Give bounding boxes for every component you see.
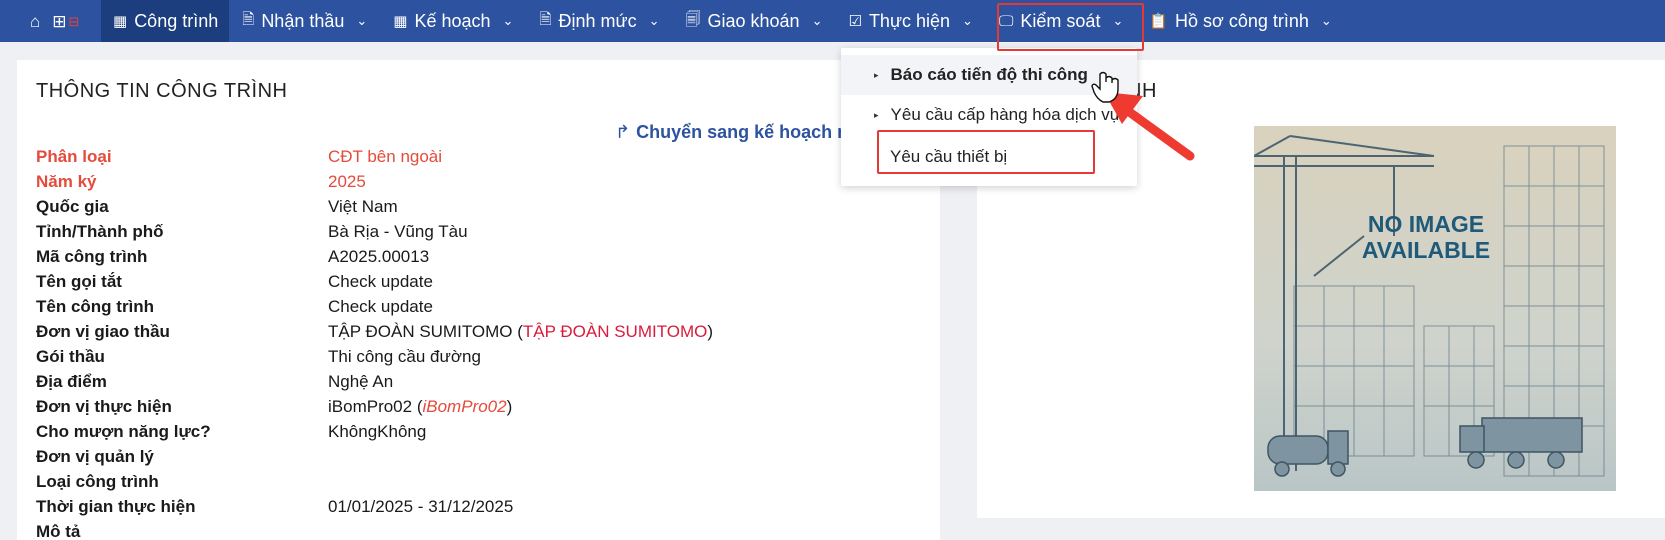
project-info-panel: THÔNG TIN CÔNG TRÌNH ↱ Chuyển sang kế hoạ…	[17, 60, 940, 540]
chevron-down-icon: ⌄	[962, 13, 973, 28]
clipboard-check-icon: 📋	[1149, 13, 1169, 30]
info-row: Tên gọi tắt Check update	[36, 269, 713, 294]
info-value: Thi công cầu đường	[328, 346, 481, 366]
info-label: Mã công trình	[36, 246, 148, 266]
main-navbar: ⌂ ⊞ ⊟ ▦ Công trình 🗎 Nhận thầu ⌄ ▦ Kế ho…	[0, 0, 1665, 42]
info-label: Tên công trình	[36, 296, 155, 316]
nav-item-label: Kế hoạch	[414, 10, 491, 31]
info-value: iBomPro02 (iBomPro02)	[328, 396, 513, 416]
info-row: Năm ký 2025	[36, 169, 713, 194]
nav-item-dinh-muc[interactable]: 🗎 Định mức ⌄	[526, 0, 672, 42]
no-image-text-line2: AVAILABLE	[1362, 237, 1490, 263]
info-label: Gói thầu	[36, 346, 105, 366]
info-row: Quốc gia Việt Nam	[36, 194, 713, 219]
info-value: Check update	[328, 296, 433, 316]
nav-item-label: Định mức	[558, 10, 637, 31]
info-row: Đơn vị quản lý	[36, 444, 713, 469]
info-value: A2025.00013	[328, 246, 430, 266]
menu-item-bao-cao-tien-do[interactable]: ▸ Báo cáo tiến độ thi công	[841, 55, 1137, 95]
info-row: Gói thầu Thi công cầu đường	[36, 344, 713, 369]
info-row: Phân loại CĐT bên ngoài	[36, 144, 713, 169]
info-value: 01/01/2025 - 31/12/2025	[328, 496, 514, 516]
info-row: Đơn vị thực hiện iBomPro02 (iBomPro02)	[36, 394, 713, 419]
nav-item-nhan-thau[interactable]: 🗎 Nhận thầu ⌄	[229, 0, 380, 42]
info-label: Mô tả	[36, 521, 81, 540]
info-label: Tên gọi tắt	[36, 271, 122, 291]
nav-quick-icons: ⌂ ⊞ ⊟	[0, 0, 101, 42]
linked-partner[interactable]: TẬP ĐOÀN SUMITOMO	[523, 322, 708, 341]
document-icon: 🗎	[539, 10, 552, 28]
info-row: Thời gian thực hiện 01/01/2025 - 31/12/2…	[36, 494, 713, 519]
nav-item-thuc-hien[interactable]: ☑ Thực hiện ⌄	[835, 0, 985, 42]
info-value: 2025	[328, 171, 366, 191]
info-label: Đơn vị giao thầu	[36, 321, 170, 341]
info-value: Việt Nam	[328, 196, 398, 216]
info-row: Địa điểm Nghệ An	[36, 369, 713, 394]
grid-icon: ▦	[393, 13, 408, 30]
chevron-down-icon: ⌄	[648, 13, 660, 28]
info-row: Tỉnh/Thành phố Bà Rịa - Vũng Tàu	[36, 219, 713, 244]
document-icon: 🗎	[242, 10, 255, 28]
info-label: Địa điểm	[36, 371, 107, 391]
caret-right-icon: ▸	[874, 109, 879, 120]
info-value: Nghệ An	[328, 371, 394, 391]
info-label: Thời gian thực hiện	[36, 496, 196, 516]
menu-item-yeu-cau-cap-hang-hoa[interactable]: ▸ Yêu cầu cấp hàng hóa dịch vụ	[841, 95, 1137, 135]
info-row: Mô tả	[36, 519, 713, 540]
info-label: Đơn vị quản lý	[36, 446, 154, 466]
linked-unit[interactable]: iBomPro02	[422, 397, 506, 416]
nav-item-label: Nhận thầu	[261, 10, 345, 31]
home-icon[interactable]: ⌂	[30, 13, 40, 30]
nav-item-cong-trinh[interactable]: ▦ Công trình	[101, 0, 230, 42]
info-label: Cho mượn năng lực?	[36, 421, 211, 441]
info-value: Check update	[328, 271, 433, 291]
no-image-placeholder: NO IMAGE AVAILABLE	[1254, 126, 1616, 491]
info-value: TẬP ĐOÀN SUMITOMO (TẬP ĐOÀN SUMITOMO)	[328, 321, 714, 341]
caret-right-icon: ▸	[874, 69, 879, 80]
split-icon[interactable]: ⊟	[69, 15, 80, 28]
nav-item-ke-hoach[interactable]: ▦ Kế hoạch ⌄	[380, 0, 526, 42]
no-image-text-line1: NO IMAGE	[1368, 211, 1484, 237]
info-label: Loại công trình	[36, 471, 159, 491]
info-row: Đơn vị giao thầu TẬP ĐOÀN SUMITOMO (TẬP …	[36, 319, 713, 344]
info-rows: Phân loại CĐT bên ngoài Năm ký 2025 Quốc…	[36, 144, 713, 540]
highlight-box-yeu-cau-thiet-bi	[877, 130, 1095, 174]
chevron-down-icon: ⌄	[502, 13, 514, 28]
menu-item-label: Báo cáo tiến độ thi công	[890, 65, 1088, 84]
menu-item-label: Yêu cầu cấp hàng hóa dịch vụ	[890, 105, 1120, 124]
chevron-down-icon: ⌄	[811, 13, 823, 28]
table-icon: ▦	[113, 13, 128, 30]
switch-to-plan-link[interactable]: ↱ Chuyển sang kế hoạch n	[615, 122, 848, 143]
grid-plus-icon[interactable]: ⊞	[52, 13, 66, 30]
info-value: KhôngKhông	[328, 421, 427, 441]
info-row: Cho mượn năng lực? KhôngKhông	[36, 419, 713, 444]
info-label: Phân loại	[36, 146, 112, 166]
nav-item-giao-khoan[interactable]: 🗐 Giao khoán ⌄	[673, 0, 836, 42]
chevron-down-icon: ⌄	[1320, 13, 1332, 28]
info-value: CĐT bên ngoài	[328, 146, 443, 166]
info-label: Đơn vị thực hiện	[36, 396, 172, 416]
info-label: Quốc gia	[36, 196, 109, 216]
info-row: Tên công trình Check update	[36, 294, 713, 319]
info-row: Mã công trình A2025.00013	[36, 244, 713, 269]
nav-item-label: Công trình	[134, 10, 219, 31]
nav-item-label: Thực hiện	[868, 10, 951, 31]
nav-item-label: Giao khoán	[707, 10, 800, 31]
chevron-down-icon: ⌄	[356, 13, 368, 28]
switch-link-label: Chuyển sang kế hoạch n	[636, 122, 849, 142]
highlight-box-kiem-soat	[997, 3, 1144, 51]
nav-item-label: Hồ sơ công trình	[1175, 10, 1309, 31]
checkbox-icon: ☑	[848, 13, 862, 30]
info-value: Bà Rịa - Vũng Tàu	[328, 221, 468, 241]
nav-item-ho-so-cong-trinh[interactable]: 📋 Hồ sơ công trình ⌄	[1136, 0, 1344, 42]
page-title: THÔNG TIN CÔNG TRÌNH	[36, 80, 288, 102]
info-row: Loại công trình	[36, 469, 713, 494]
info-label: Tỉnh/Thành phố	[36, 221, 164, 241]
info-label: Năm ký	[36, 171, 97, 191]
redo-arrow-icon: ↱	[615, 122, 631, 142]
documents-icon: 🗐	[685, 10, 701, 28]
